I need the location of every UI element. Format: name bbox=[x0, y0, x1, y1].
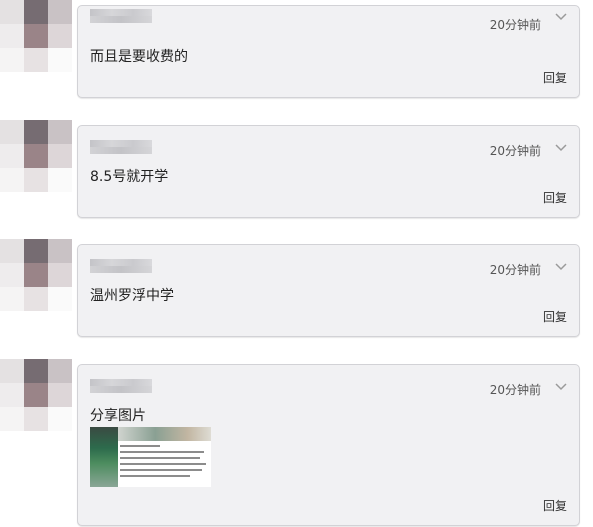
reply-button[interactable]: 回复 bbox=[543, 69, 567, 86]
comment-text: 温州罗浮中学 bbox=[90, 288, 174, 304]
comment-text: 8.5号就开学 bbox=[90, 169, 169, 185]
comment-card: 20分钟前 温州罗浮中学 回复 bbox=[77, 244, 580, 337]
avatar[interactable] bbox=[0, 0, 75, 78]
comment-time: 20分钟前 bbox=[489, 144, 541, 158]
username-blurred bbox=[90, 379, 152, 393]
comment-time: 20分钟前 bbox=[489, 18, 541, 32]
username-blurred bbox=[90, 259, 152, 273]
shared-image-thumbnail[interactable] bbox=[90, 427, 211, 487]
avatar[interactable] bbox=[0, 359, 75, 437]
chevron-down-icon[interactable] bbox=[554, 379, 568, 393]
username-blurred bbox=[90, 140, 152, 154]
reply-button[interactable]: 回复 bbox=[543, 189, 567, 206]
avatar[interactable] bbox=[0, 239, 75, 317]
comment-text: 分享图片 bbox=[90, 408, 146, 424]
comment-time: 20分钟前 bbox=[489, 263, 541, 277]
reply-button[interactable]: 回复 bbox=[543, 308, 567, 325]
chevron-down-icon[interactable] bbox=[554, 259, 568, 273]
comment-card: 20分钟前 8.5号就开学 回复 bbox=[77, 125, 580, 218]
chevron-down-icon[interactable] bbox=[554, 9, 568, 23]
comment-card: 20分钟前 而且是要收费的 回复 bbox=[77, 5, 580, 98]
comment-time: 20分钟前 bbox=[489, 383, 541, 397]
reply-button[interactable]: 回复 bbox=[543, 497, 567, 514]
chevron-down-icon[interactable] bbox=[554, 140, 568, 154]
avatar[interactable] bbox=[0, 120, 75, 198]
comment-card: 20分钟前 分享图片 回复 bbox=[77, 364, 580, 526]
username-blurred bbox=[90, 9, 152, 23]
comment-text: 而且是要收费的 bbox=[90, 49, 188, 65]
